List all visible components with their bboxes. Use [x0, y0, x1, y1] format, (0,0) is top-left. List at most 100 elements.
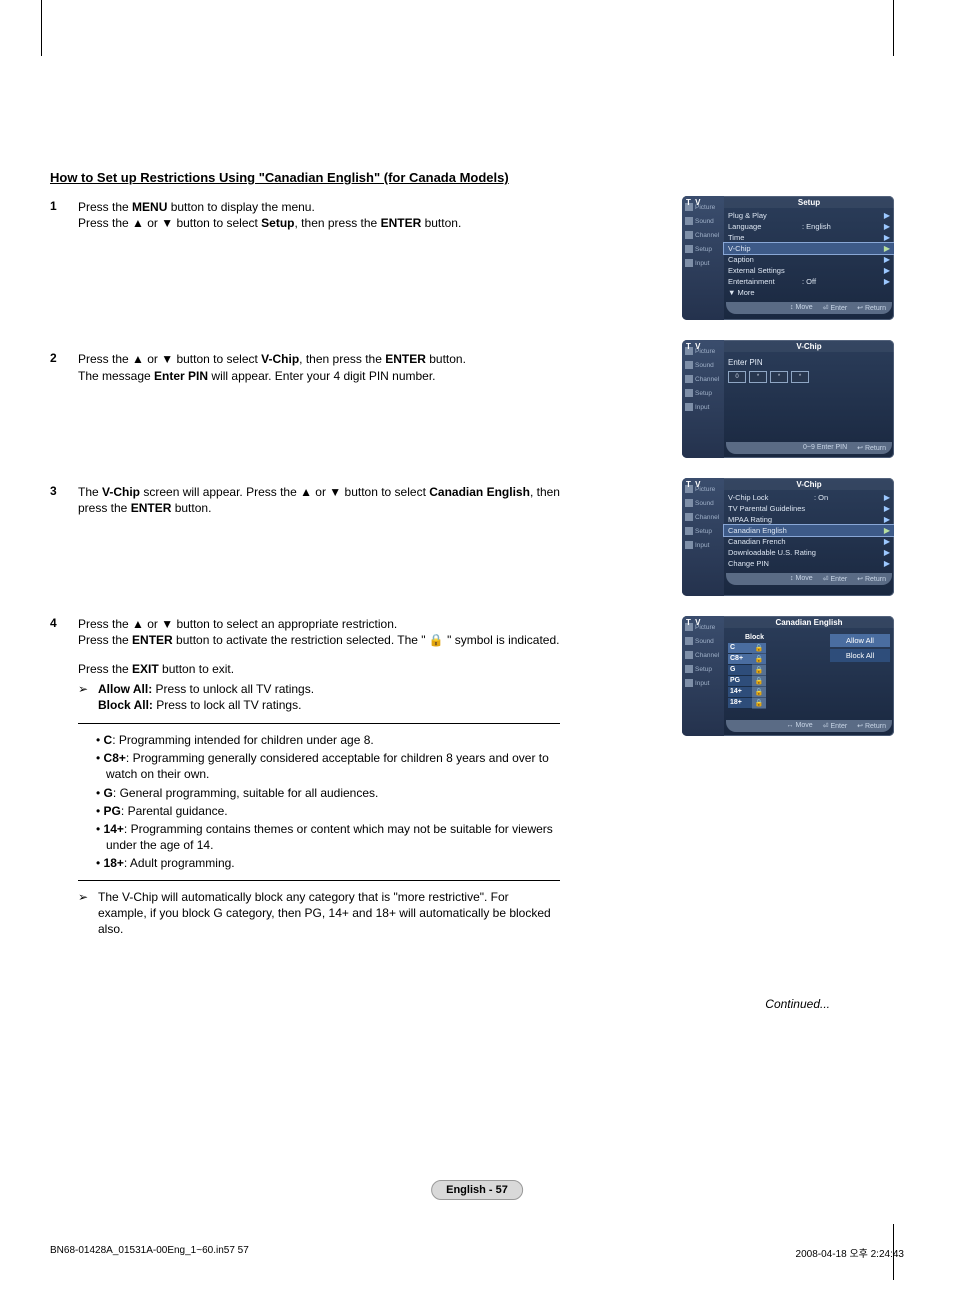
- setup-icon: [685, 527, 693, 535]
- section-title: How to Set up Restrictions Using "Canadi…: [50, 170, 904, 185]
- rating-row-c8: C8+🔒: [728, 654, 766, 665]
- chevron-right-icon: ▶: [884, 222, 890, 231]
- input-icon: [685, 259, 693, 267]
- chevron-right-icon: ▶: [884, 559, 890, 568]
- allow-all-button: Allow All: [830, 634, 890, 647]
- sidebar-input: Input: [682, 256, 724, 270]
- pin-digit: *: [770, 371, 788, 383]
- sidebar-input: Input: [682, 400, 724, 414]
- osd-screenshots: T V Picture Sound Channel Setup Input Se…: [682, 196, 894, 756]
- chevron-right-icon: ▶: [884, 548, 890, 557]
- sidebar-channel: Channel: [682, 648, 724, 662]
- steps-list: 1 Press the MENU button to display the m…: [50, 199, 560, 937]
- sidebar-channel: Channel: [682, 372, 724, 386]
- osd-title: Canadian English: [724, 616, 894, 628]
- osd-enter-pin: T V Picture Sound Channel Setup Input V-…: [682, 340, 894, 458]
- osd-main: V-Chip Enter PIN 0 * * * 0~9 Enter PIN ↩…: [724, 340, 894, 458]
- osd-item-cafr: Canadian French▶: [724, 536, 894, 547]
- step-body: The V-Chip screen will appear. Press the…: [78, 484, 560, 516]
- chevron-right-icon: ▶: [884, 537, 890, 546]
- osd-title: V-Chip: [724, 478, 894, 490]
- step-body: Press the MENU button to display the men…: [78, 199, 560, 231]
- setup-icon: [685, 389, 693, 397]
- pointer-icon: ➢: [78, 681, 98, 713]
- osd-sidebar: Picture Sound Channel Setup Input: [682, 616, 724, 736]
- pin-digit: *: [791, 371, 809, 383]
- footer-left: BN68-01428A_01531A-00Eng_1~60.in57 57: [50, 1245, 249, 1260]
- block-all-text: Block All: Press to lock all TV ratings.: [98, 697, 314, 713]
- channel-icon: [685, 231, 693, 239]
- rating-pg: • PG: Parental guidance.: [96, 803, 560, 819]
- manual-page: How to Set up Restrictions Using "Canadi…: [0, 0, 954, 1310]
- setup-icon: [685, 245, 693, 253]
- step-text: Press the ▲ or ▼ button to select V-Chip…: [78, 351, 560, 367]
- chevron-right-icon: ▶: [884, 515, 890, 524]
- chevron-right-icon: ▶: [884, 233, 890, 242]
- pin-digit: 0: [728, 371, 746, 383]
- sound-icon: [685, 361, 693, 369]
- osd-sidebar: Picture Sound Channel Setup Input: [682, 196, 724, 320]
- sidebar-sound: Sound: [682, 634, 724, 648]
- osd-setup: T V Picture Sound Channel Setup Input Se…: [682, 196, 894, 320]
- osd-vchip-list: T V Picture Sound Channel Setup Input V-…: [682, 478, 894, 596]
- step-text: The message Enter PIN will appear. Enter…: [78, 368, 560, 384]
- pointer-icon: ➢: [78, 889, 98, 938]
- osd-footer: ↕ Move ⏎ Enter ↩ Return: [726, 573, 892, 585]
- footer-right: 2008-04-18 오후 2:24:43: [796, 1245, 904, 1260]
- exit-line: Press the EXIT button to exit.: [78, 661, 560, 677]
- lock-icon: 🔒: [752, 643, 766, 654]
- step-text: Press the ▲ or ▼ button to select an app…: [78, 616, 560, 632]
- tv-label: T V: [686, 198, 701, 207]
- step-number: 2: [50, 351, 78, 383]
- allow-all-note: ➢ Allow All: Press to unlock all TV rati…: [78, 681, 560, 713]
- osd-title: V-Chip: [724, 340, 894, 352]
- sidebar-setup: Setup: [682, 524, 724, 538]
- rating-row-c: C🔒: [728, 643, 766, 654]
- osd-canadian-english: T V Picture Sound Channel Setup Input Ca…: [682, 616, 894, 736]
- tv-label: T V: [686, 618, 701, 627]
- osd-item-plugplay: Plug & Play▶: [724, 210, 894, 221]
- osd-item-mpaa: MPAA Rating▶: [724, 514, 894, 525]
- continued-label: Continued...: [50, 997, 830, 1011]
- step-3: 3 The V-Chip screen will appear. Press t…: [50, 484, 560, 516]
- osd-title: Setup: [724, 196, 894, 208]
- lock-icon: 🔒: [752, 698, 766, 709]
- ratings-table: Block C🔒 C8+🔒 G🔒 PG🔒 14+🔒 18+🔒 Allow All…: [724, 630, 894, 713]
- pin-digit: *: [749, 371, 767, 383]
- rating-c: • C: Programming intended for children u…: [96, 732, 560, 748]
- setup-icon: [685, 665, 693, 673]
- step-text: Press the ▲ or ▼ button to select Setup,…: [78, 215, 560, 231]
- osd-footer: 0~9 Enter PIN ↩ Return: [726, 442, 892, 454]
- crop-mark: [41, 0, 42, 56]
- chevron-right-icon: ▶: [884, 277, 890, 286]
- osd-item-vchip: V-Chip▶: [724, 243, 894, 254]
- osd-main: Canadian English Block C🔒 C8+🔒 G🔒 PG🔒 14…: [724, 616, 894, 736]
- step-body: Press the ▲ or ▼ button to select V-Chip…: [78, 351, 560, 383]
- input-icon: [685, 403, 693, 411]
- rating-g: • G: General programming, suitable for a…: [96, 785, 560, 801]
- sidebar-sound: Sound: [682, 496, 724, 510]
- osd-footer: ↔ Move ⏎ Enter ↩ Return: [726, 720, 892, 732]
- auto-block-note: ➢ The V-Chip will automatically block an…: [78, 889, 560, 938]
- osd-item-more: ▼ More: [724, 287, 894, 298]
- chevron-right-icon: ▶: [884, 255, 890, 264]
- step-number: 4: [50, 616, 78, 937]
- chevron-right-icon: ▶: [884, 244, 890, 253]
- sound-icon: [685, 217, 693, 225]
- osd-item-language: Language: English▶: [724, 221, 894, 232]
- channel-icon: [685, 375, 693, 383]
- osd-item-caen: Canadian English▶: [724, 525, 894, 536]
- osd-sidebar: Picture Sound Channel Setup Input: [682, 478, 724, 596]
- lock-icon: 🔒: [752, 687, 766, 698]
- step-4: 4 Press the ▲ or ▼ button to select an a…: [50, 616, 560, 937]
- sidebar-setup: Setup: [682, 662, 724, 676]
- osd-main: Setup Plug & Play▶ Language: English▶ Ti…: [724, 196, 894, 320]
- step-text: Press the MENU button to display the men…: [78, 199, 560, 215]
- rating-row-14: 14+🔒: [728, 687, 766, 698]
- osd-item-time: Time▶: [724, 232, 894, 243]
- step-body: Press the ▲ or ▼ button to select an app…: [78, 616, 560, 937]
- rating-14: • 14+: Programming contains themes or co…: [96, 821, 560, 853]
- rating-row-pg: PG🔒: [728, 676, 766, 687]
- chevron-right-icon: ▶: [884, 504, 890, 513]
- allow-all-text: Allow All: Press to unlock all TV rating…: [98, 681, 314, 697]
